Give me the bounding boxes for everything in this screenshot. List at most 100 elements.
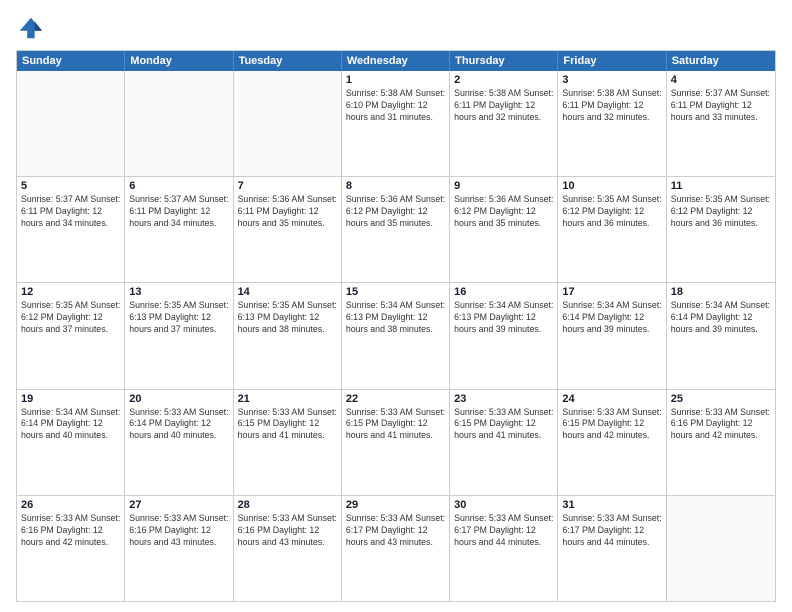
day-cell-15: 15Sunrise: 5:34 AM Sunset: 6:13 PM Dayli… — [342, 283, 450, 388]
day-info: Sunrise: 5:37 AM Sunset: 6:11 PM Dayligh… — [671, 88, 771, 124]
day-info: Sunrise: 5:36 AM Sunset: 6:12 PM Dayligh… — [454, 194, 553, 230]
day-cell-29: 29 Sunrise: 5:33 AM Sunset: 6:17 PM Dayli… — [342, 496, 450, 601]
day-cell-20: 20 Sunrise: 5:33 AM Sunset: 6:14 PM Dayli… — [125, 390, 233, 495]
day-cell-27: 27Sunrise: 5:33 AM Sunset: 6:16 PM Dayli… — [125, 496, 233, 601]
day-cell-12: 12 Sunrise: 5:35 AM Sunset: 6:12 PM Dayli… — [17, 283, 125, 388]
day-number: 21 — [238, 393, 337, 405]
header-day-sunday: Sunday — [17, 51, 125, 71]
calendar-row-2: 5 Sunrise: 5:37 AM Sunset: 6:11 PM Daylig… — [17, 176, 775, 282]
calendar-header: SundayMondayTuesdayWednesdayThursdayFrid… — [17, 51, 775, 71]
header-day-wednesday: Wednesday — [342, 51, 450, 71]
day-cell-5: 5 Sunrise: 5:37 AM Sunset: 6:11 PM Daylig… — [17, 177, 125, 282]
day-cell-13: 13Sunrise: 5:35 AM Sunset: 6:13 PM Dayli… — [125, 283, 233, 388]
day-number: 24 — [562, 393, 661, 405]
day-cell-23: 23 Sunrise: 5:33 AM Sunset: 6:15 PM Dayli… — [450, 390, 558, 495]
day-info: Sunrise: 5:34 AM Sunset: 6:14 PM Dayligh… — [21, 407, 120, 443]
day-cell-10: 10 Sunrise: 5:35 AM Sunset: 6:12 PM Dayli… — [558, 177, 666, 282]
day-info: Sunrise: 5:36 AM Sunset: 6:12 PM Dayligh… — [346, 194, 445, 230]
day-info: Sunrise: 5:34 AM Sunset: 6:13 PM Dayligh… — [454, 300, 553, 336]
day-number: 7 — [238, 180, 337, 192]
day-number: 31 — [562, 499, 661, 511]
day-cell-31: 31 Sunrise: 5:33 AM Sunset: 6:17 PM Dayli… — [558, 496, 666, 601]
day-info: Sunrise: 5:35 AM Sunset: 6:12 PM Dayligh… — [562, 194, 661, 230]
day-number: 8 — [346, 180, 445, 192]
header — [16, 14, 776, 42]
day-info: Sunrise: 5:33 AM Sunset: 6:17 PM Dayligh… — [346, 513, 445, 549]
calendar-row-5: 26 Sunrise: 5:33 AM Sunset: 6:16 PM Dayli… — [17, 495, 775, 601]
empty-cell — [667, 496, 775, 601]
day-info: Sunrise: 5:35 AM Sunset: 6:13 PM Dayligh… — [238, 300, 337, 336]
day-cell-14: 14 Sunrise: 5:35 AM Sunset: 6:13 PM Dayli… — [234, 283, 342, 388]
day-info: Sunrise: 5:35 AM Sunset: 6:12 PM Dayligh… — [671, 194, 771, 230]
day-number: 12 — [21, 286, 120, 298]
page: SundayMondayTuesdayWednesdayThursdayFrid… — [0, 0, 792, 612]
day-number: 9 — [454, 180, 553, 192]
day-cell-9: 9 Sunrise: 5:36 AM Sunset: 6:12 PM Daylig… — [450, 177, 558, 282]
day-number: 10 — [562, 180, 661, 192]
day-number: 4 — [671, 74, 771, 86]
day-number: 3 — [562, 74, 661, 86]
day-cell-26: 26 Sunrise: 5:33 AM Sunset: 6:16 PM Dayli… — [17, 496, 125, 601]
calendar-body: 1Sunrise: 5:38 AM Sunset: 6:10 PM Daylig… — [17, 71, 775, 601]
calendar-row-1: 1Sunrise: 5:38 AM Sunset: 6:10 PM Daylig… — [17, 71, 775, 176]
day-cell-18: 18 Sunrise: 5:34 AM Sunset: 6:14 PM Dayli… — [667, 283, 775, 388]
day-info: Sunrise: 5:37 AM Sunset: 6:11 PM Dayligh… — [21, 194, 120, 230]
day-cell-11: 11 Sunrise: 5:35 AM Sunset: 6:12 PM Dayli… — [667, 177, 775, 282]
day-number: 11 — [671, 180, 771, 192]
day-cell-3: 3 Sunrise: 5:38 AM Sunset: 6:11 PM Daylig… — [558, 71, 666, 176]
day-cell-17: 17Sunrise: 5:34 AM Sunset: 6:14 PM Dayli… — [558, 283, 666, 388]
header-day-monday: Monday — [125, 51, 233, 71]
day-info: Sunrise: 5:36 AM Sunset: 6:11 PM Dayligh… — [238, 194, 337, 230]
day-number: 5 — [21, 180, 120, 192]
day-info: Sunrise: 5:37 AM Sunset: 6:11 PM Dayligh… — [129, 194, 228, 230]
day-cell-22: 22 Sunrise: 5:33 AM Sunset: 6:15 PM Dayli… — [342, 390, 450, 495]
day-cell-6: 6Sunrise: 5:37 AM Sunset: 6:11 PM Daylig… — [125, 177, 233, 282]
day-cell-21: 21Sunrise: 5:33 AM Sunset: 6:15 PM Dayli… — [234, 390, 342, 495]
day-number: 22 — [346, 393, 445, 405]
day-number: 13 — [129, 286, 228, 298]
day-info: Sunrise: 5:34 AM Sunset: 6:14 PM Dayligh… — [671, 300, 771, 336]
day-info: Sunrise: 5:38 AM Sunset: 6:11 PM Dayligh… — [562, 88, 661, 124]
day-info: Sunrise: 5:33 AM Sunset: 6:14 PM Dayligh… — [129, 407, 228, 443]
day-info: Sunrise: 5:38 AM Sunset: 6:11 PM Dayligh… — [454, 88, 553, 124]
day-info: Sunrise: 5:33 AM Sunset: 6:17 PM Dayligh… — [562, 513, 661, 549]
day-number: 19 — [21, 393, 120, 405]
day-cell-16: 16 Sunrise: 5:34 AM Sunset: 6:13 PM Dayli… — [450, 283, 558, 388]
day-info: Sunrise: 5:33 AM Sunset: 6:15 PM Dayligh… — [454, 407, 553, 443]
day-number: 20 — [129, 393, 228, 405]
day-number: 18 — [671, 286, 771, 298]
day-info: Sunrise: 5:35 AM Sunset: 6:12 PM Dayligh… — [21, 300, 120, 336]
day-cell-19: 19 Sunrise: 5:34 AM Sunset: 6:14 PM Dayli… — [17, 390, 125, 495]
header-day-saturday: Saturday — [667, 51, 775, 71]
empty-cell — [17, 71, 125, 176]
day-info: Sunrise: 5:33 AM Sunset: 6:17 PM Dayligh… — [454, 513, 553, 549]
day-cell-4: 4 Sunrise: 5:37 AM Sunset: 6:11 PM Daylig… — [667, 71, 775, 176]
day-number: 15 — [346, 286, 445, 298]
empty-cell — [234, 71, 342, 176]
day-cell-30: 30 Sunrise: 5:33 AM Sunset: 6:17 PM Dayli… — [450, 496, 558, 601]
day-number: 1 — [346, 74, 445, 86]
day-number: 17 — [562, 286, 661, 298]
day-number: 27 — [129, 499, 228, 511]
empty-cell — [125, 71, 233, 176]
day-cell-7: 7 Sunrise: 5:36 AM Sunset: 6:11 PM Daylig… — [234, 177, 342, 282]
day-number: 25 — [671, 393, 771, 405]
day-number: 26 — [21, 499, 120, 511]
day-info: Sunrise: 5:33 AM Sunset: 6:16 PM Dayligh… — [671, 407, 771, 443]
day-cell-25: 25 Sunrise: 5:33 AM Sunset: 6:16 PM Dayli… — [667, 390, 775, 495]
header-day-thursday: Thursday — [450, 51, 558, 71]
day-number: 29 — [346, 499, 445, 511]
day-number: 2 — [454, 74, 553, 86]
day-info: Sunrise: 5:33 AM Sunset: 6:16 PM Dayligh… — [21, 513, 120, 549]
day-number: 16 — [454, 286, 553, 298]
day-number: 30 — [454, 499, 553, 511]
header-day-friday: Friday — [558, 51, 666, 71]
header-day-tuesday: Tuesday — [234, 51, 342, 71]
day-info: Sunrise: 5:33 AM Sunset: 6:15 PM Dayligh… — [346, 407, 445, 443]
day-info: Sunrise: 5:33 AM Sunset: 6:15 PM Dayligh… — [562, 407, 661, 443]
day-cell-2: 2 Sunrise: 5:38 AM Sunset: 6:11 PM Daylig… — [450, 71, 558, 176]
day-number: 14 — [238, 286, 337, 298]
calendar-row-3: 12 Sunrise: 5:35 AM Sunset: 6:12 PM Dayli… — [17, 282, 775, 388]
day-cell-28: 28Sunrise: 5:33 AM Sunset: 6:16 PM Dayli… — [234, 496, 342, 601]
day-number: 23 — [454, 393, 553, 405]
